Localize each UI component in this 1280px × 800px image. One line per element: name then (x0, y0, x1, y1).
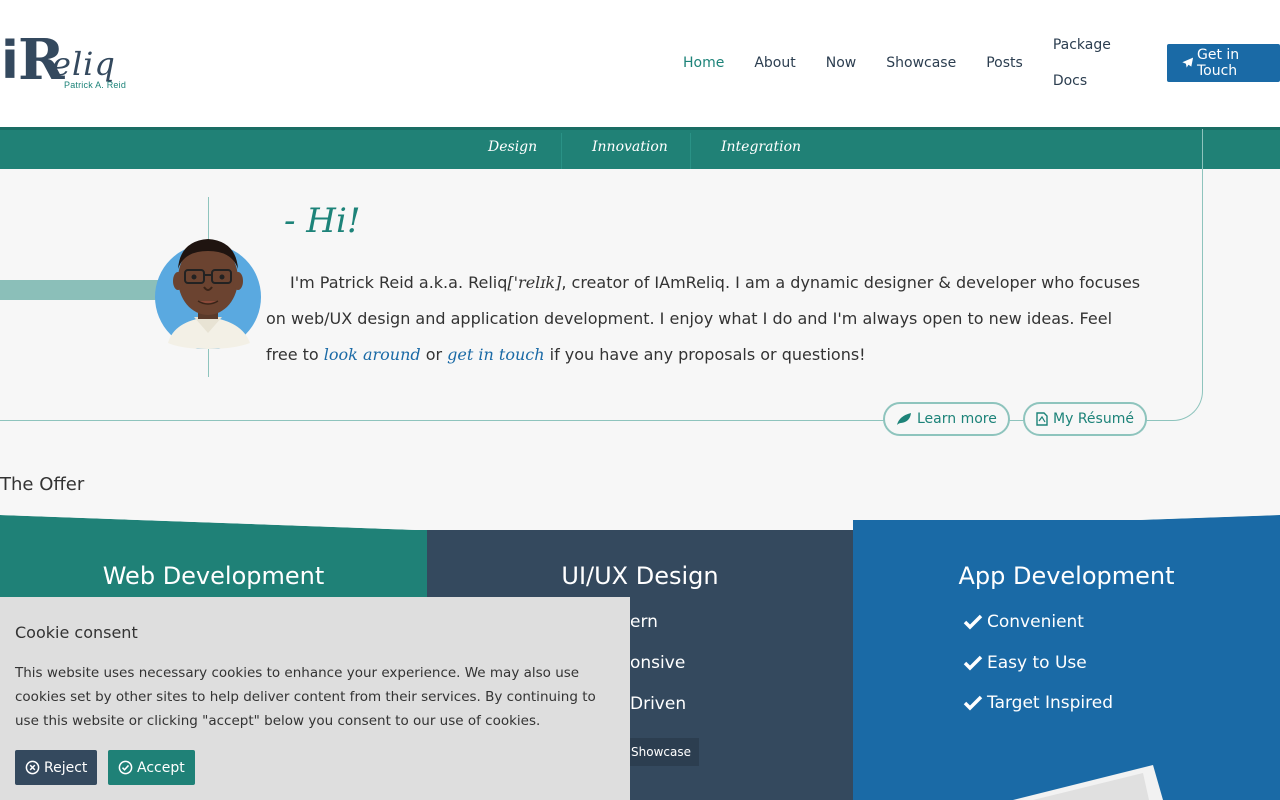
feature-label: Convenient (987, 612, 1084, 632)
intro-text-start: I'm Patrick Reid a.k.a. Reliq (290, 273, 508, 292)
feature-data-driven: Driven (630, 694, 687, 714)
panel-app-development: App Development Convenient Easy to Use T… (853, 520, 1280, 800)
nav-now[interactable]: Now (826, 45, 857, 81)
hero-greeting: - Hi! (284, 201, 361, 241)
reject-button[interactable]: Reject (15, 750, 98, 785)
avatar (155, 239, 261, 349)
site-header: i R eliq Patrick A. Reid Home About Now … (0, 0, 1280, 127)
cookie-consent-banner: Cookie consent This website uses necessa… (0, 597, 630, 800)
panel-title-app: App Development (958, 562, 1175, 590)
feature-responsive: onsive (630, 653, 686, 673)
accept-label: Accept (137, 759, 185, 776)
feature-convenient: Convenient (963, 612, 1084, 632)
feature-modern: ern (630, 612, 658, 632)
intro-text-end: if you have any proposals or questions! (544, 345, 866, 364)
nav-home[interactable]: Home (683, 45, 724, 81)
intro-or: or (420, 345, 448, 364)
logo[interactable]: i R eliq Patrick A. Reid (0, 30, 130, 96)
main-nav: Home About Now Showcase Posts Package Do… (683, 37, 1280, 89)
hero-stripe (0, 280, 160, 300)
device-illustration (1013, 765, 1163, 800)
feature-target-inspired: Target Inspired (963, 693, 1113, 713)
panel-title-web: Web Development (102, 562, 325, 590)
nav-showcase[interactable]: Showcase (886, 45, 956, 81)
pdf-file-icon (1036, 412, 1048, 426)
leaf-icon (897, 413, 911, 425)
nav-package-docs[interactable]: Package Docs (1053, 27, 1137, 99)
learn-more-label: Learn more (917, 411, 997, 427)
cookie-title: Cookie consent (15, 623, 138, 642)
showcase-button[interactable]: Showcase (623, 738, 699, 766)
resume-label: My Résumé (1053, 411, 1134, 427)
check-icon (963, 655, 983, 671)
learn-more-button[interactable]: Learn more (883, 402, 1010, 436)
panel-title-uiux: UI/UX Design (561, 562, 719, 590)
nav-about[interactable]: About (754, 45, 795, 81)
look-around-link[interactable]: look around (324, 345, 421, 364)
logo-letter-i: i (1, 31, 19, 91)
reject-label: Reject (44, 759, 88, 776)
logo-tagline: Patrick A. Reid (64, 80, 127, 90)
get-in-touch-label: Get in Touch (1196, 47, 1240, 79)
check-icon (963, 695, 983, 711)
nav-posts[interactable]: Posts (986, 45, 1023, 81)
check-circle-icon (118, 760, 133, 775)
accept-button[interactable]: Accept (108, 750, 195, 785)
cookie-text: This website uses necessary cookies to e… (15, 665, 596, 729)
close-circle-icon (25, 760, 40, 775)
feature-label: Target Inspired (987, 693, 1114, 713)
hero-section: - Hi! I'm Patrick Reid a.k.a. Reliq['rel… (0, 129, 1280, 436)
feature-easy-to-use: Easy to Use (963, 653, 1087, 673)
feature-label: Easy to Use (987, 653, 1087, 673)
logo-word: eliq (52, 45, 116, 83)
get-in-touch-button[interactable]: Get in Touch (1166, 44, 1280, 82)
phonetic-text: ['relɪk] (507, 273, 562, 292)
get-in-touch-link[interactable]: get in touch (447, 345, 544, 364)
resume-button[interactable]: My Résumé (1023, 402, 1147, 436)
check-icon (963, 614, 983, 630)
offer-heading: The Offer (0, 474, 85, 495)
paper-plane-icon (1181, 57, 1193, 68)
hero-intro: I'm Patrick Reid a.k.a. Reliq['relɪk], c… (266, 265, 1146, 373)
